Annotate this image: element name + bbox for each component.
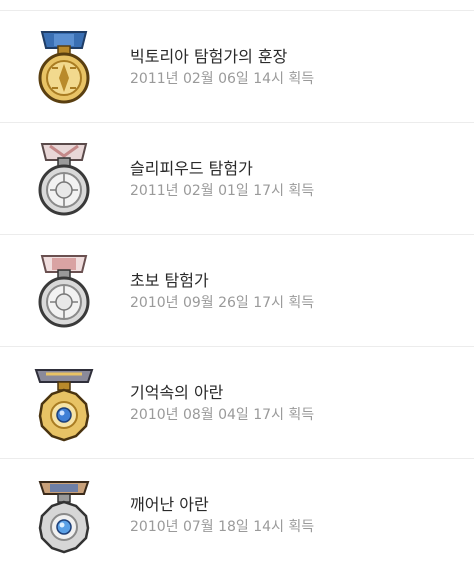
medal-title: 빅토리아 탐험가의 훈장 — [130, 47, 288, 66]
medal-date: 2011년 02월 06일 14시 획득 — [130, 71, 315, 87]
medal-date: 2011년 02월 01일 17시 획득 — [130, 183, 315, 199]
silver-medal-icon — [38, 143, 90, 216]
medal-item[interactable]: 빅토리아 탐험가의 훈장 2011년 02월 06일 14시 획득 — [0, 11, 474, 122]
medal-item[interactable]: 초보 탐험가 2010년 09월 26일 17시 획득 — [0, 235, 474, 346]
medal-title: 기억속의 아란 — [130, 383, 224, 402]
silver-medal-icon — [38, 255, 90, 328]
medal-date: 2010년 08월 04일 17시 획득 — [130, 407, 315, 423]
medal-list: 빅토리아 탐험가의 훈장 2011년 02월 06일 14시 획득 슬리피우드 … — [0, 0, 474, 568]
medal-date: 2010년 07월 18일 14시 획득 — [130, 519, 315, 535]
medal-title: 깨어난 아란 — [130, 495, 209, 514]
silver-gem-medal-icon — [38, 481, 90, 554]
medal-title: 슬리피우드 탐험가 — [130, 159, 253, 178]
medal-item[interactable]: 슬리피우드 탐험가 2011년 02월 01일 17시 획득 — [0, 123, 474, 234]
medal-date: 2010년 09월 26일 17시 획득 — [130, 295, 315, 311]
medal-item[interactable]: 기억속의 아란 2010년 08월 04일 17시 획득 — [0, 347, 474, 458]
gold-medal-icon — [38, 31, 90, 104]
medal-item[interactable]: 깨어난 아란 2010년 07월 18일 14시 획득 — [0, 459, 474, 570]
medal-title: 초보 탐험가 — [130, 271, 209, 290]
gold-gem-medal-icon — [34, 369, 94, 442]
